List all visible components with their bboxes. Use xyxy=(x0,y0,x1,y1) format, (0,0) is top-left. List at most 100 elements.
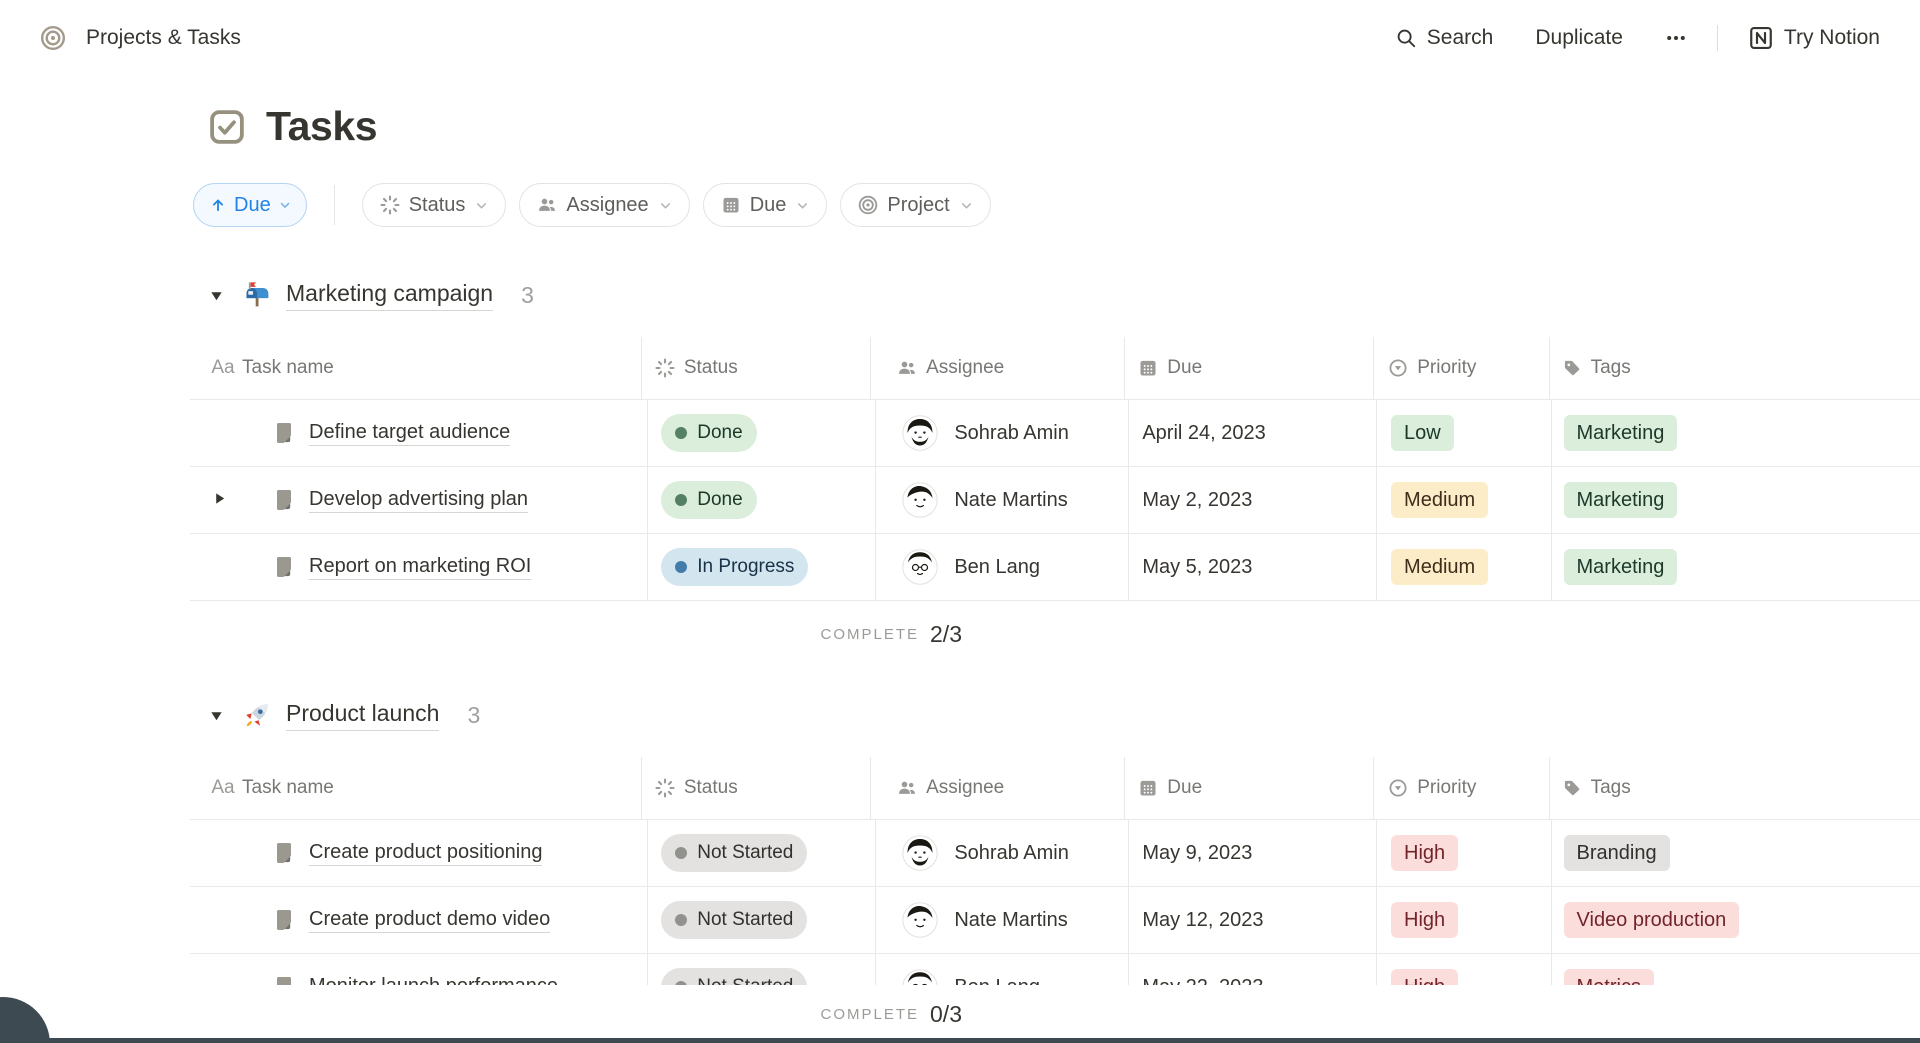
due-date-cell: May 2, 2023 xyxy=(1129,467,1377,533)
page-title: Tasks xyxy=(266,103,377,150)
priority-cell: Low xyxy=(1377,400,1551,466)
calendar-icon xyxy=(1138,778,1158,798)
status-dot-icon xyxy=(675,914,687,926)
column-header-priority[interactable]: Priority xyxy=(1374,757,1549,819)
assignee-name: Sohrab Amin xyxy=(954,422,1069,445)
page-icon xyxy=(272,555,296,579)
group-title[interactable]: Product launch xyxy=(286,700,439,731)
filter-chip-status[interactable]: Status xyxy=(362,183,507,227)
tag-pill[interactable]: Branding xyxy=(1564,835,1670,871)
task-cell: Develop advertising plan xyxy=(190,467,648,533)
assignee-name: Sohrab Amin xyxy=(954,842,1069,865)
triangle-down-icon xyxy=(209,708,224,723)
priority-pill[interactable]: Low xyxy=(1391,415,1454,451)
tag-pill[interactable]: Video production xyxy=(1564,902,1740,938)
status-cell: Not Started xyxy=(648,887,876,953)
assignee-cell: Ben Lang xyxy=(876,534,1129,600)
task-cell: Create product positioning xyxy=(190,820,648,886)
filter-chip-label: Assignee xyxy=(566,194,648,217)
status-pill[interactable]: Not Started xyxy=(661,901,807,939)
table-row[interactable]: Define target audience Done Sohrab Amin Apr… xyxy=(190,400,1920,467)
page-icon xyxy=(272,908,296,932)
task-name-link[interactable]: Report on marketing ROI xyxy=(309,555,531,580)
status-icon xyxy=(380,195,400,215)
priority-pill[interactable]: Medium xyxy=(1391,482,1488,518)
column-header-tags[interactable]: Tags xyxy=(1550,757,1920,819)
table-row[interactable]: Report on marketing ROI In Progress Ben La… xyxy=(190,534,1920,601)
more-options-button[interactable] xyxy=(1665,27,1687,49)
breadcrumb[interactable]: Projects & Tasks xyxy=(86,26,241,50)
try-notion-label: Try Notion xyxy=(1784,26,1880,50)
task-name-link[interactable]: Create product demo video xyxy=(309,908,550,933)
avatar xyxy=(902,549,938,585)
avatar xyxy=(902,415,938,451)
checkbox-icon xyxy=(208,108,246,146)
task-name-link[interactable]: Define target audience xyxy=(309,421,510,446)
priority-pill[interactable]: Medium xyxy=(1391,549,1488,585)
task-name-link[interactable]: Develop advertising plan xyxy=(309,488,528,513)
search-button[interactable]: Search xyxy=(1395,26,1494,50)
due-date: May 5, 2023 xyxy=(1142,556,1252,579)
status-pill[interactable]: Not Started xyxy=(661,834,807,872)
column-header-label: Tags xyxy=(1591,357,1631,379)
priority-pill[interactable]: High xyxy=(1391,902,1458,938)
avatar xyxy=(902,482,938,518)
status-label: Done xyxy=(697,422,742,444)
task-group-product-launch: Product launch3 AaTask name Status Assignee… xyxy=(190,690,1920,1021)
column-header-status[interactable]: Status xyxy=(642,757,871,819)
priority-pill[interactable]: High xyxy=(1391,835,1458,871)
task-name-link[interactable]: Create product positioning xyxy=(309,841,542,866)
column-header-priority[interactable]: Priority xyxy=(1374,337,1549,399)
column-header-task-name[interactable]: AaTask name xyxy=(190,337,642,399)
tag-pill[interactable]: Marketing xyxy=(1564,549,1678,585)
table-header-row: AaTask nameStatusAssigneeDuePriority Tags xyxy=(190,337,1920,400)
notion-logo xyxy=(1748,25,1774,51)
tags-cell: Marketing xyxy=(1552,400,1920,466)
tags-cell: Marketing xyxy=(1552,534,1920,600)
status-dot-icon xyxy=(675,427,687,439)
table-row[interactable]: Create product positioning Not Started Soh… xyxy=(190,820,1920,887)
expand-toggle[interactable] xyxy=(212,491,230,509)
tag-pill[interactable]: Marketing xyxy=(1564,482,1678,518)
group-header: Product launch3 xyxy=(190,690,1920,740)
calendar-icon xyxy=(1138,358,1158,378)
column-header-due[interactable]: Due xyxy=(1125,337,1374,399)
filter-chip-assignee[interactable]: Assignee xyxy=(519,183,689,227)
column-header-label: Status xyxy=(684,777,738,799)
assignee-name: Nate Martins xyxy=(954,489,1067,512)
due-date-cell: May 12, 2023 xyxy=(1129,887,1377,953)
filter-chip-due[interactable]: Due xyxy=(703,183,828,227)
column-header-assignee[interactable]: Assignee xyxy=(871,757,1125,819)
priority-icon xyxy=(1388,358,1408,378)
column-header-due[interactable]: Due xyxy=(1125,757,1374,819)
duplicate-label: Duplicate xyxy=(1535,26,1623,50)
column-header-task-name[interactable]: AaTask name xyxy=(190,757,642,819)
tag-pill[interactable]: Marketing xyxy=(1564,415,1678,451)
assignee-name: Nate Martins xyxy=(954,909,1067,932)
task-cell: Create product demo video xyxy=(190,887,648,953)
status-dot-icon xyxy=(675,847,687,859)
column-header-assignee[interactable]: Assignee xyxy=(871,337,1125,399)
due-date: April 24, 2023 xyxy=(1142,422,1265,445)
page-title-row: Tasks xyxy=(208,103,377,150)
status-pill[interactable]: Done xyxy=(661,414,756,452)
group-collapse-toggle[interactable] xyxy=(202,701,230,729)
notion-published-page: Projects & Tasks Search Duplicate Try No… xyxy=(0,0,1920,1043)
sort-chip-due[interactable]: Due xyxy=(193,183,307,227)
try-notion-button[interactable]: Try Notion xyxy=(1748,25,1880,51)
task-group-marketing-campaign: Marketing campaign3AaTask nameStatusAssi… xyxy=(190,270,1920,667)
status-pill[interactable]: Done xyxy=(661,481,756,519)
duplicate-button[interactable]: Duplicate xyxy=(1535,26,1623,50)
sticky-footer: COMPLETE 0/3 xyxy=(0,985,1920,1043)
status-pill[interactable]: In Progress xyxy=(661,548,808,586)
filter-chip-project[interactable]: Project xyxy=(840,183,990,227)
mailbox-icon xyxy=(243,281,271,309)
table-row[interactable]: Develop advertising plan Done Nate Martins… xyxy=(190,467,1920,534)
group-title[interactable]: Marketing campaign xyxy=(286,280,493,311)
group-collapse-toggle[interactable] xyxy=(202,281,230,309)
priority-cell: Medium xyxy=(1377,534,1551,600)
table-row[interactable]: Create product demo video Not Started Nate… xyxy=(190,887,1920,954)
column-header-tags[interactable]: Tags xyxy=(1550,337,1920,399)
page-icon xyxy=(272,488,296,512)
column-header-status[interactable]: Status xyxy=(642,337,871,399)
